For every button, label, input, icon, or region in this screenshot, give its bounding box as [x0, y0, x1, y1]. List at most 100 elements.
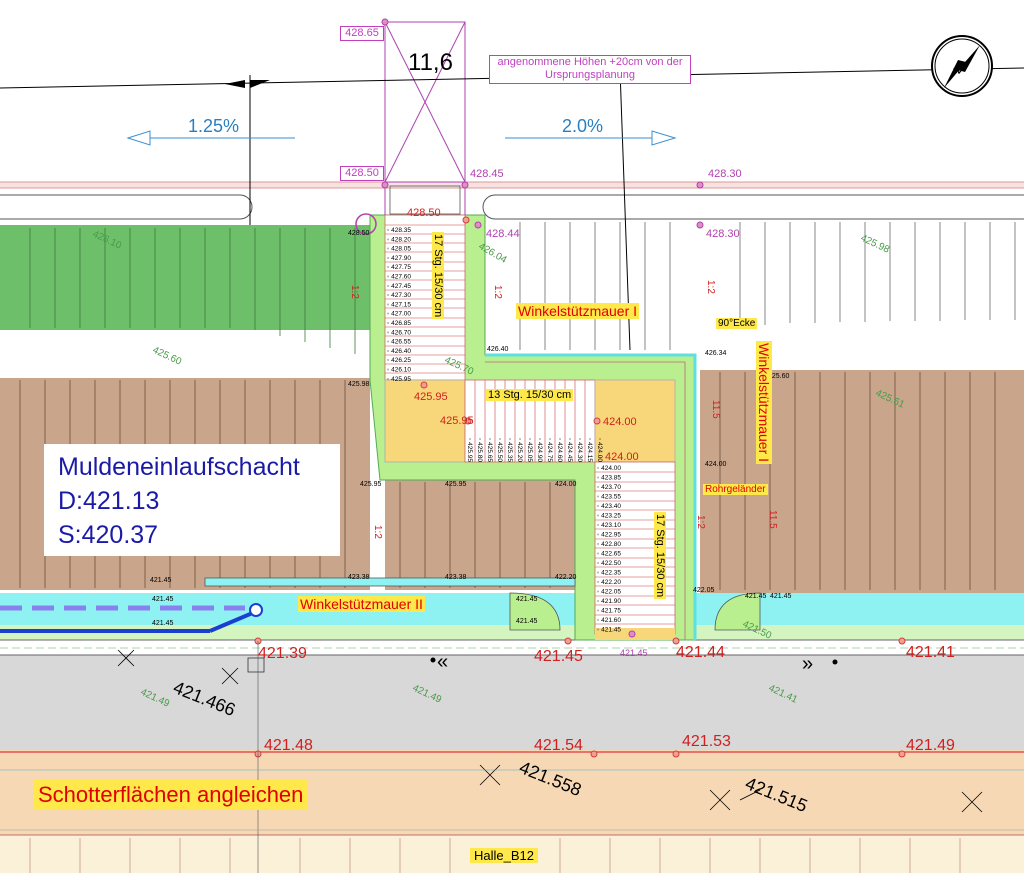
- height-label: 421.44: [676, 644, 725, 661]
- step-height: ◦ 428.20: [387, 236, 411, 243]
- height-label: 421.54: [534, 737, 583, 754]
- small-height: 424.00: [705, 461, 727, 468]
- step-height: ◦ 424.90: [536, 438, 543, 462]
- step-height: ◦ 425.80: [476, 438, 483, 462]
- height-label: 428.30: [706, 228, 740, 240]
- step-height: ◦ 426.10: [387, 367, 411, 374]
- step-height: ◦ 423.25: [597, 513, 621, 520]
- small-height: 423.38: [445, 574, 467, 581]
- step-height: ◦ 425.05: [526, 438, 533, 462]
- height-label: 421.41: [906, 644, 955, 661]
- step-height: ◦ 421.75: [597, 608, 621, 615]
- slope-ratio: 1:2: [705, 280, 716, 294]
- step-height: ◦ 425.20: [516, 438, 523, 462]
- step-height: ◦ 423.85: [597, 475, 621, 482]
- height-box: 428.50: [340, 166, 384, 181]
- wall-label-1-vertical: Winkelstützmauer I: [756, 341, 772, 465]
- step-height: ◦ 427.90: [387, 255, 411, 262]
- corner-label: 90°Ecke: [716, 318, 758, 329]
- upper-step-heights: ◦ 428.35 ◦ 428.20 ◦ 428.05 ◦ 427.90 ◦ 427.75…: [387, 227, 411, 383]
- height-label: 421.45: [534, 648, 583, 665]
- step-height: ◦ 422.05: [597, 589, 621, 596]
- height-box: 428.65: [340, 26, 384, 41]
- step-height: ◦ 427.45: [387, 283, 411, 290]
- manhole-sole: S:420.37: [58, 521, 159, 549]
- site-plan: N « » 11,6 1.25% 2.0% 428.45 428.30 428.…: [0, 18, 1024, 873]
- height-label: 421.39: [258, 645, 307, 662]
- dimension-label: 11,6: [408, 49, 453, 76]
- slope-ratio: 11.5: [710, 400, 721, 419]
- slope-ratio: 1:2: [695, 515, 706, 529]
- slope-right-label: 2.0%: [562, 116, 603, 136]
- small-height: 425.98: [348, 381, 370, 388]
- step-height: ◦ 426.25: [387, 357, 411, 364]
- step-height: ◦ 423.55: [597, 494, 621, 501]
- step-height: ◦ 423.10: [597, 522, 621, 529]
- step-height: ◦ 424.15: [586, 438, 593, 462]
- height-label: 428.44: [486, 228, 520, 240]
- step-height: ◦ 427.60: [387, 274, 411, 281]
- step-height: ◦ 422.65: [597, 551, 621, 558]
- step-height: ◦ 425.50: [496, 438, 503, 462]
- height-label: 424.00: [603, 416, 637, 428]
- step-height: ◦ 428.35: [387, 227, 411, 234]
- height-label: 428.50: [407, 207, 441, 219]
- step-height: ◦ 421.45: [597, 627, 621, 634]
- slope-ratio: 1:2: [349, 285, 360, 299]
- step-height: ◦ 426.70: [387, 329, 411, 336]
- small-height: 424.00: [555, 481, 577, 488]
- step-height: ◦ 425.35: [506, 438, 513, 462]
- step-height: ◦ 422.35: [597, 570, 621, 577]
- step-height: ◦ 422.95: [597, 532, 621, 539]
- small-height: 426.34: [705, 350, 727, 357]
- step-height: ◦ 424.45: [566, 438, 573, 462]
- green-area: [0, 225, 370, 330]
- height-label: 424.00: [605, 451, 639, 463]
- wall-label-1: Winkelstützmauer I: [516, 303, 640, 319]
- small-height: 421.45: [152, 596, 174, 603]
- small-height: 422.20: [555, 574, 577, 581]
- stairs-label-upper: 17 Stg. 15/30 cm: [432, 232, 444, 320]
- hall-label: Halle_B12: [470, 848, 538, 863]
- small-height: 421.45: [770, 593, 792, 600]
- step-height: ◦ 428.05: [387, 246, 411, 253]
- step-height: ◦ 426.85: [387, 320, 411, 327]
- svg-text:«: «: [437, 651, 448, 673]
- step-height: ◦ 423.40: [597, 503, 621, 510]
- planning-note: angenommene Höhen +20cm von der Ursprung…: [489, 55, 691, 84]
- step-height: ◦ 427.30: [387, 292, 411, 299]
- step-height: ◦ 425.95: [466, 438, 473, 462]
- step-height: ◦ 427.00: [387, 311, 411, 318]
- small-height: 421.45: [516, 618, 538, 625]
- small-height: 426.40: [487, 346, 509, 353]
- height-label: 428.30: [708, 168, 742, 180]
- step-height: ◦ 424.00: [596, 438, 603, 462]
- north-arrow-icon: N: [931, 35, 993, 97]
- step-height: ◦ 422.20: [597, 579, 621, 586]
- manhole-title: Muldeneinlaufschacht: [58, 453, 300, 481]
- height-label: 421.45: [620, 648, 648, 658]
- step-height: ◦ 425.65: [486, 438, 493, 462]
- small-height: 421.45: [150, 577, 172, 584]
- manhole-info: Muldeneinlaufschacht D:421.13 S:420.37: [44, 444, 340, 556]
- height-label: 421.48: [264, 737, 313, 754]
- step-height: ◦ 425.95: [387, 376, 411, 383]
- railing-label: Rohrgeländer: [703, 484, 768, 495]
- step-height: ◦ 422.80: [597, 541, 621, 548]
- slope-ratio: 11.5: [767, 510, 778, 529]
- step-height: ◦ 424.00: [597, 465, 621, 472]
- small-height: 421.45: [516, 596, 538, 603]
- height-label: 428.45: [470, 168, 504, 180]
- drainage-strip-left: [0, 593, 580, 625]
- svg-text:»: »: [802, 653, 813, 675]
- step-height: ◦ 424.60: [556, 438, 563, 462]
- slope-ratio: 1:2: [372, 525, 383, 539]
- manhole-depth: D:421.13: [58, 487, 160, 515]
- slope-left-label: 1.25%: [188, 116, 239, 136]
- stairs-label-middle: 13 Stg. 15/30 cm: [486, 389, 574, 401]
- gravel-label: Schotterflächen angleichen: [34, 780, 308, 810]
- step-height: ◦ 422.50: [597, 560, 621, 567]
- manhole-icon: [249, 603, 263, 617]
- small-height: 425.95: [445, 481, 467, 488]
- step-height: ◦ 426.55: [387, 339, 411, 346]
